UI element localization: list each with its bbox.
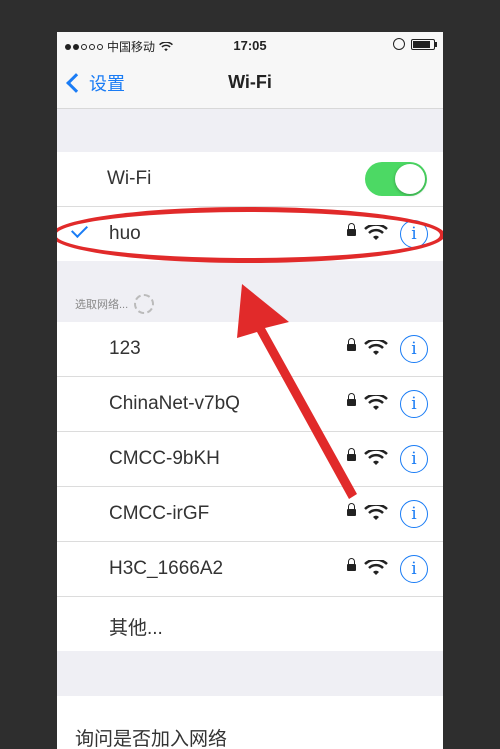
network-row[interactable]: H3C_1666A2 i [57,542,443,597]
connected-network-name: huo [109,223,141,244]
wifi-signal-icon [364,225,388,240]
loading-spinner-icon [134,294,155,314]
network-name: 123 [109,338,141,359]
nav-bar: 设置 Wi-Fi [57,58,443,109]
network-row[interactable]: ChinaNet-v7bQ i [57,377,443,432]
network-name: CMCC-9bKH [109,448,220,469]
wifi-signal-icon [364,340,388,355]
page-title: Wi-Fi [228,72,272,92]
checkmark-icon [71,221,88,238]
lock-icon [347,558,356,571]
wifi-toggle-label: Wi-Fi [107,168,152,189]
choose-network-header: 选取网络... [75,294,155,314]
connected-network-row[interactable]: huo i [57,207,443,261]
network-name: CMCC-irGF [109,503,210,524]
lock-icon [347,503,356,516]
wifi-signal-icon [364,505,388,520]
network-list: 123 i ChinaNet-v7bQ i CMCC-9bKH i CMCC-i… [57,322,443,651]
choose-network-label: 选取网络... [75,299,129,311]
watermark-url: jingyan.baidu.com [348,733,437,745]
info-icon[interactable]: i [400,390,428,418]
lock-icon [347,448,356,461]
network-row[interactable]: CMCC-9bKH i [57,432,443,487]
wifi-group: Wi-Fi huo i [57,152,443,261]
info-icon[interactable]: i [400,500,428,528]
wifi-signal-icon [364,450,388,465]
network-name: H3C_1666A2 [109,558,224,579]
baidu-watermark: Baidu 经验 jingyan.baidu.com [327,707,437,745]
network-row[interactable]: 123 i [57,322,443,377]
lock-icon [347,338,356,351]
info-icon[interactable]: i [400,555,428,583]
wifi-signal-icon [364,560,388,575]
other-network-label: 其他... [109,618,163,639]
wifi-toggle-row: Wi-Fi [57,152,443,207]
lock-icon [347,223,356,236]
status-bar: 中国移动 17:05 [57,32,443,58]
network-row[interactable]: CMCC-irGF i [57,487,443,542]
lock-icon [347,393,356,406]
network-name: ChinaNet-v7bQ [109,393,240,414]
info-icon[interactable]: i [400,445,428,473]
wifi-toggle-switch[interactable] [365,162,427,196]
status-time: 17:05 [233,38,267,53]
orientation-lock-icon [393,38,405,50]
phone-screen: 中国移动 17:05 设置 Wi-Fi Wi-Fi huo i 选取网络... … [57,32,443,749]
watermark-brand: Baidu 经验 [356,713,437,730]
info-icon[interactable]: i [400,335,428,363]
battery-icon [411,38,437,50]
other-network-row[interactable]: 其他... [57,597,443,651]
ask-to-join-label: 询问是否加入网络 [75,729,228,749]
wifi-signal-icon [364,395,388,410]
info-icon[interactable]: i [400,220,428,248]
